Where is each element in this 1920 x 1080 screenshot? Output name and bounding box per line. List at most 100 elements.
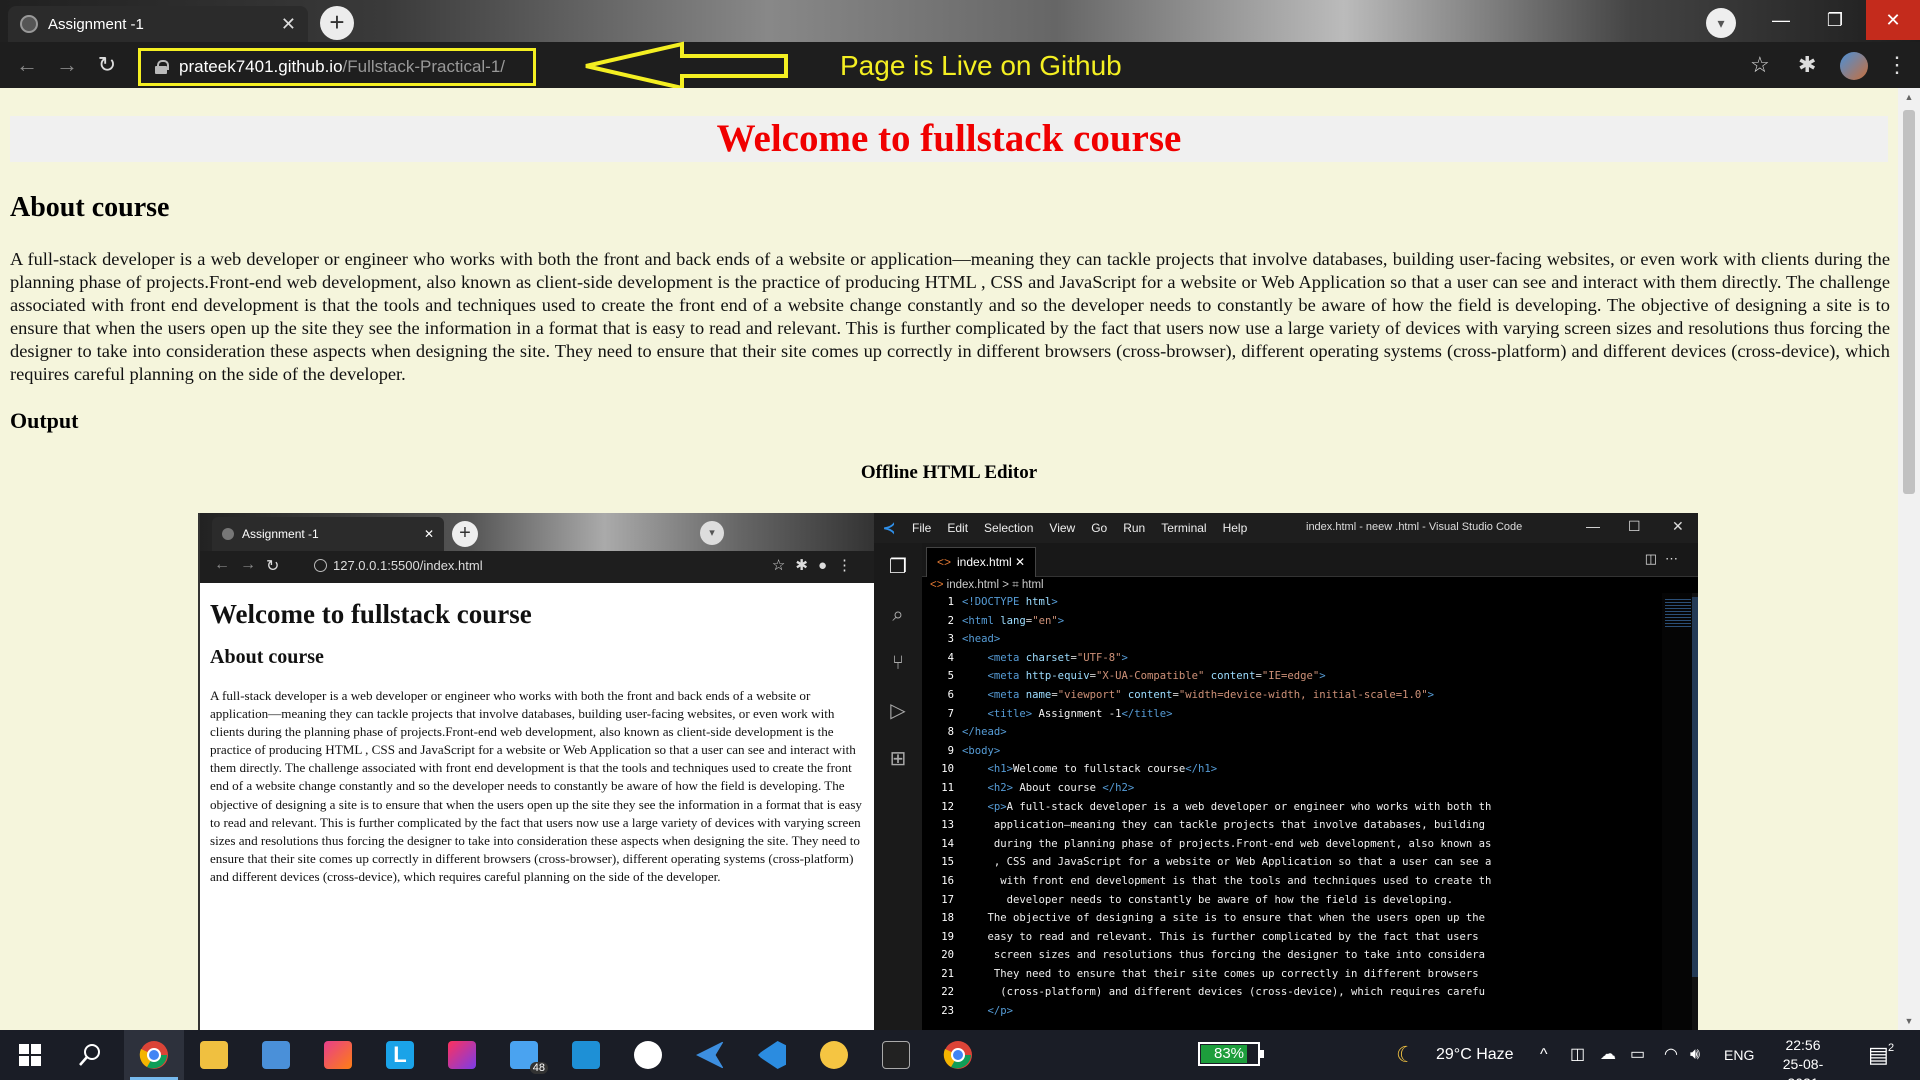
tab-favicon-icon <box>20 15 38 33</box>
language-indicator[interactable]: ENG <box>1724 1030 1754 1080</box>
reload-icon[interactable]: ↻ <box>92 50 122 80</box>
forward-icon[interactable]: → <box>52 50 82 80</box>
code-line: 13 application—meaning they can tackle p… <box>922 816 1662 835</box>
vscode-icon[interactable] <box>742 1030 802 1080</box>
code-line: 10 <h1>Welcome to fullstack course</h1> <box>922 760 1662 779</box>
tab-search-icon[interactable]: ▾ <box>1706 8 1736 38</box>
mini-title-bar: Assignment -1 ✕ + ▾ <box>200 513 874 551</box>
mini-back-icon: ← <box>214 556 230 573</box>
windows-taskbar: L 48 83% ☾ 29°C Haze ^ ◫ ☁ ▭ ◠ 🔊︎ ENG 22… <box>0 1030 1920 1080</box>
code-line: 14 during the planning phase of projects… <box>922 835 1662 854</box>
code-text: <p>A full-stack developer is a web devel… <box>987 800 1492 813</box>
code-line: 8 </head> <box>922 723 1662 742</box>
code-text: <meta http-equiv="X-UA-Compatible" conte… <box>987 670 1326 683</box>
profile-avatar[interactable] <box>1840 52 1868 80</box>
url-omnibox[interactable]: prateek7401.github.io/Fullstack-Practica… <box>138 48 536 86</box>
screen-icon[interactable] <box>556 1030 616 1080</box>
code-line: 19 easy to read and relevant. This is fu… <box>922 928 1662 947</box>
weather-icon[interactable]: ☾ <box>1396 1030 1416 1080</box>
files-icon[interactable]: 48 <box>494 1030 554 1080</box>
mail-icon[interactable] <box>246 1030 306 1080</box>
code-line: 22 (cross-platform) and different device… <box>922 983 1662 1002</box>
vscode-menu-edit: Edit <box>947 521 969 535</box>
code-editor: 1 <!DOCTYPE html> 2 <html lang="en"> 3 <head>… <box>922 593 1662 1030</box>
vscode-menu-run: Run <box>1123 521 1146 535</box>
battery-tray-icon[interactable]: ▭ <box>1630 1030 1645 1080</box>
intellij-icon[interactable] <box>432 1030 492 1080</box>
vscode-alt-icon[interactable] <box>680 1030 740 1080</box>
tab-title: Assignment -1 <box>48 15 144 33</box>
tab-close-icon[interactable]: ✕ <box>281 14 296 35</box>
file-explorer-icon[interactable] <box>184 1030 244 1080</box>
line-number: 18 <box>941 912 954 925</box>
l-app-icon[interactable]: L <box>370 1030 430 1080</box>
wifi-icon[interactable]: ◠ <box>1664 1030 1678 1080</box>
line-number: 3 <box>947 633 954 646</box>
notifications-icon[interactable]: ▤ <box>1868 1030 1889 1080</box>
line-number: 15 <box>941 856 954 869</box>
chrome-icon[interactable] <box>124 1030 184 1080</box>
clock-time: 22:56 <box>1785 1037 1821 1053</box>
vscode-breadcrumb: <> index.html > ⌗ html <box>930 579 1044 591</box>
vscode-tab-bar: <> index.html ✕ ◫⋯ <box>922 543 1698 577</box>
code-text: The objective of designing a site is to … <box>962 912 1486 925</box>
chrome-icon-2[interactable] <box>928 1030 988 1080</box>
vscode-menu-go: Go <box>1091 521 1108 535</box>
line-number: 11 <box>941 781 954 794</box>
mini-about-heading: About course <box>210 646 324 668</box>
line-number: 21 <box>941 967 954 980</box>
chrome-canary-icon[interactable] <box>804 1030 864 1080</box>
code-text: during the planning phase of projects.Fr… <box>962 837 1492 850</box>
scroll-down-icon[interactable]: ▼ <box>1898 1012 1920 1030</box>
onedrive-icon[interactable]: ☁ <box>1600 1030 1616 1080</box>
vscode-window: ≺ File Edit Selection View Go Run Terminal Help… <box>874 513 1698 1030</box>
mini-favicon-icon <box>222 528 234 540</box>
page-scrollbar[interactable]: ▲ ▼ <box>1898 88 1920 1030</box>
office-icon[interactable] <box>308 1030 368 1080</box>
line-number: 17 <box>941 893 954 906</box>
extensions-view-icon: ⊞ <box>889 748 907 770</box>
line-number: 12 <box>941 800 954 813</box>
menu-kebab-icon[interactable]: ⋮ <box>1886 52 1908 78</box>
vscode-search-icon: ⌕ <box>892 604 904 626</box>
close-window-icon[interactable]: ✕ <box>1866 0 1920 40</box>
search-icon[interactable] <box>60 1030 120 1080</box>
annotation-text: Page is Live on Github <box>840 50 1122 81</box>
bookmark-star-icon[interactable]: ☆ <box>1750 52 1770 78</box>
mini-reload-icon: ↻ <box>266 558 280 575</box>
mini-close-icon: ✕ <box>423 527 434 541</box>
line-number: 23 <box>941 1005 954 1018</box>
code-line: 15 , CSS and JavaScript for a website or… <box>922 853 1662 872</box>
tray-overflow-icon[interactable]: ^ <box>1540 1030 1548 1080</box>
terminal-icon[interactable] <box>866 1030 926 1080</box>
wordpress-icon[interactable] <box>618 1030 678 1080</box>
extensions-icon[interactable]: ✱ <box>1798 52 1816 78</box>
code-line: 4 <meta charset="UTF-8"> <box>922 649 1662 668</box>
code-line: 2 <html lang="en"> <box>922 612 1662 631</box>
code-line: 20 screen sizes and resolutions thus for… <box>922 946 1662 965</box>
minimize-icon[interactable]: — <box>1754 0 1808 40</box>
volume-icon[interactable]: 🔊︎ <box>1690 1030 1700 1080</box>
line-number: 5 <box>947 670 954 683</box>
source-control-icon: ⑂ <box>892 652 904 674</box>
breadcrumb-file-icon: <> <box>930 579 944 591</box>
battery-indicator[interactable]: 83% <box>1198 1042 1264 1066</box>
weather-text[interactable]: 29°C Haze <box>1436 1030 1514 1080</box>
code-line: 3 <head> <box>922 630 1662 649</box>
windows-start-icon[interactable] <box>0 1030 60 1080</box>
browser-tab[interactable]: Assignment -1 ✕ <box>8 6 308 42</box>
code-text: with front end development is that the t… <box>962 874 1492 887</box>
system-clock[interactable]: 22:56 25-08-2021 <box>1768 1036 1838 1080</box>
code-line: 7 <title> Assignment -1</title> <box>922 705 1662 724</box>
meet-now-icon[interactable]: ◫ <box>1570 1030 1585 1080</box>
about-heading: About course <box>10 192 170 223</box>
back-icon[interactable]: ← <box>12 50 42 80</box>
browser-title-bar: Assignment -1 ✕ + ▾ — ❐ ✕ <box>0 0 1920 42</box>
new-tab-button[interactable]: + <box>320 6 354 40</box>
vscode-title-bar: ≺ File Edit Selection View Go Run Terminal Help… <box>874 513 1698 543</box>
line-number: 14 <box>941 837 954 850</box>
scroll-up-icon[interactable]: ▲ <box>1898 88 1920 106</box>
restore-icon[interactable]: ❐ <box>1808 0 1862 40</box>
scrollbar-thumb[interactable] <box>1903 110 1915 494</box>
mini-tab-title: Assignment -1 <box>242 527 319 541</box>
